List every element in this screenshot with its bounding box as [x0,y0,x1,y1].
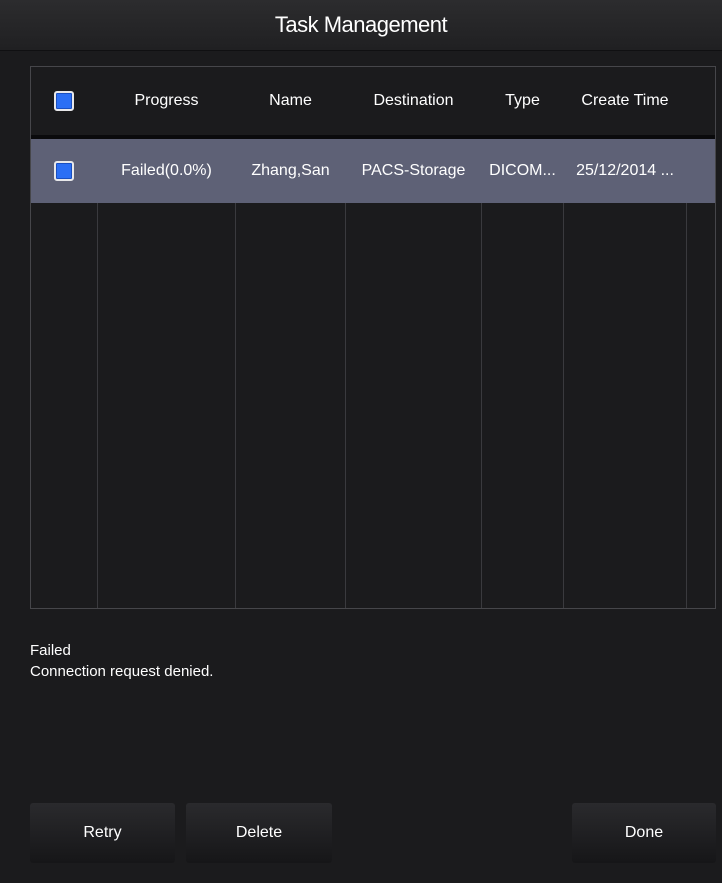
task-table: Progress Name Destination Type Create Ti… [30,66,716,609]
table-row[interactable]: Failed(0.0%) Zhang,San PACS-Storage DICO… [31,139,715,203]
delete-button[interactable]: Delete [186,803,332,863]
window-title: Task Management [274,12,448,37]
done-button[interactable]: Done [572,803,716,863]
cell-progress: Failed(0.0%) [121,162,212,179]
column-header-create-time[interactable]: Create Time [564,67,686,135]
column-header-type[interactable]: Type [482,67,563,135]
header-select-all-cell[interactable] [31,67,97,135]
retry-button[interactable]: Retry [30,803,175,863]
column-header-destination[interactable]: Destination [346,67,481,135]
status-title: Failed [30,642,71,659]
cell-destination: PACS-Storage [361,162,466,179]
cell-type: DICOM... [489,162,556,179]
cell-create-time: 25/12/2014 ... [576,162,674,179]
cell-name: Zhang,San [251,162,330,179]
row-select-cell[interactable] [31,139,97,203]
select-all-checkbox[interactable] [54,91,74,111]
status-area: Failed Connection request denied. [30,640,690,682]
task-management-window: Task Management Progress Name Destinatio… [0,0,722,883]
title-bar: Task Management [0,0,722,51]
table-header-row: Progress Name Destination Type Create Ti… [31,67,715,135]
row-checkbox[interactable] [54,161,74,181]
column-header-progress[interactable]: Progress [98,67,235,135]
status-message: Connection request denied. [30,663,214,680]
column-header-name[interactable]: Name [236,67,345,135]
